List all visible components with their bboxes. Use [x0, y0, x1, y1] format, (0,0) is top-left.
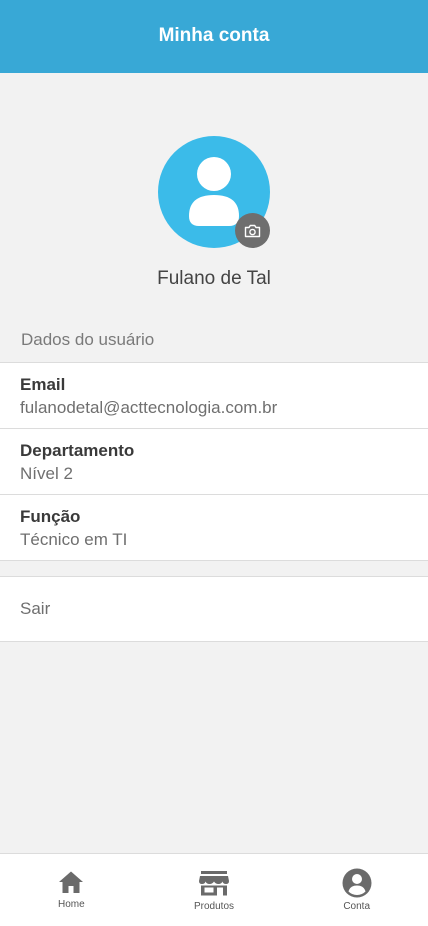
logout-button[interactable]: Sair [0, 576, 428, 642]
user-name: Fulano de Tal [157, 268, 271, 289]
nav-item-account[interactable]: Conta [285, 854, 428, 926]
bottom-navigation: Home Produtos Conta [0, 853, 428, 926]
info-row-department: Departamento Nível 2 [0, 429, 428, 495]
nav-item-home[interactable]: Home [0, 854, 143, 926]
store-icon [199, 871, 229, 896]
field-value: fulanodetal@acttecnologia.com.br [20, 398, 278, 417]
camera-icon [244, 224, 261, 237]
account-icon [342, 868, 372, 898]
change-photo-button[interactable] [235, 213, 270, 248]
field-title: Email [20, 375, 66, 394]
section-label: Dados do usuário [21, 330, 155, 349]
info-row-function: Função Técnico em TI [0, 495, 428, 561]
nav-label: Produtos [193, 901, 235, 912]
user-info-list: Email fulanodetal@acttecnologia.com.br D… [0, 362, 428, 561]
page-title: Minha conta [158, 24, 270, 46]
app-header: Minha conta [0, 0, 428, 73]
home-icon [59, 871, 84, 893]
nav-label: Conta [343, 901, 371, 912]
profile-avatar-area [158, 136, 270, 248]
field-title: Departamento [20, 441, 135, 460]
field-title: Função [20, 507, 81, 526]
nav-item-products[interactable]: Produtos [143, 854, 286, 926]
field-value: Nível 2 [20, 464, 73, 483]
account-screen: Minha conta Fulano de Tal Dados do usuár… [0, 0, 428, 926]
field-value: Técnico em TI [20, 530, 128, 549]
nav-label: Home [57, 899, 85, 910]
info-row-email: Email fulanodetal@acttecnologia.com.br [0, 363, 428, 429]
